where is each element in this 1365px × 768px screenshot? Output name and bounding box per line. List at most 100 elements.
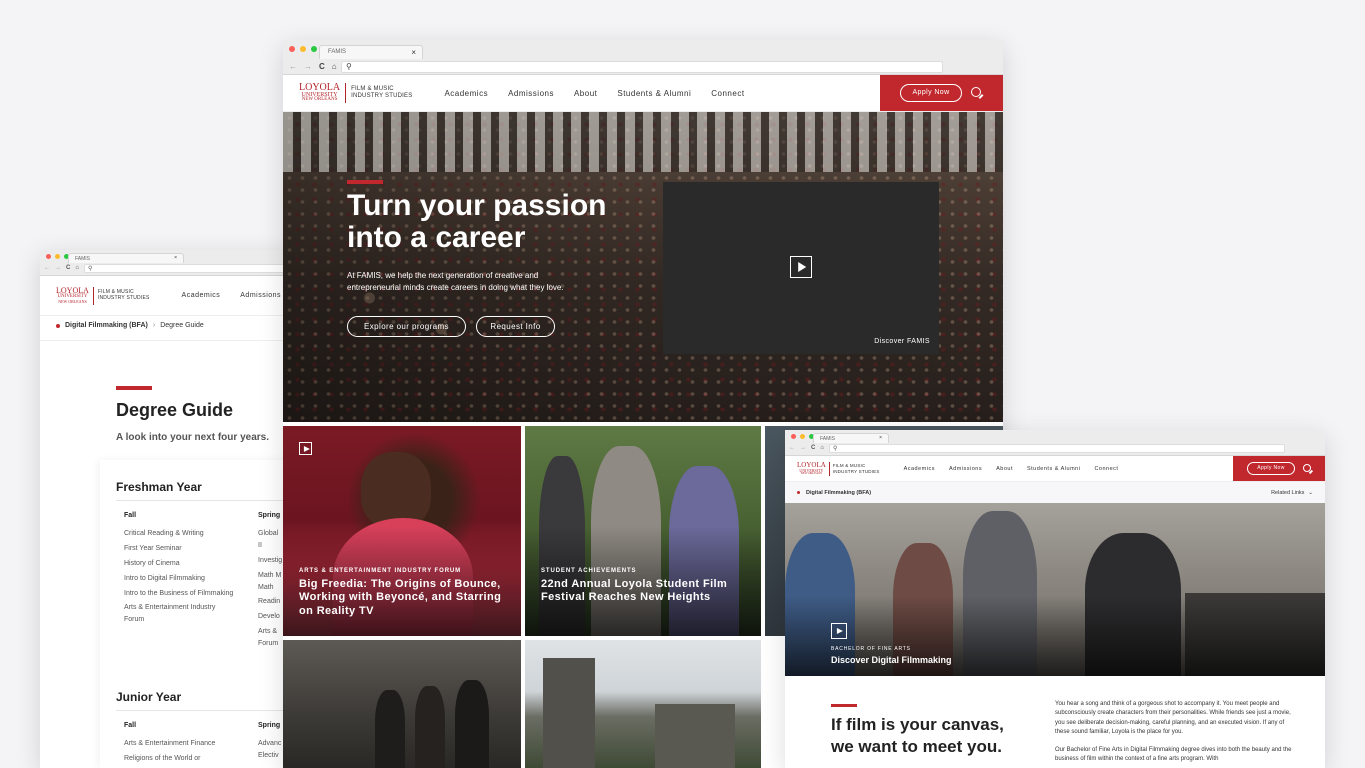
- forward-icon[interactable]: →: [800, 445, 806, 451]
- course-item[interactable]: Intro to the Business of Filmmaking: [124, 588, 236, 600]
- tab-close-icon[interactable]: ×: [411, 48, 416, 57]
- page-title: Degree Guide: [116, 400, 234, 420]
- course-item[interactable]: Critical Reading & Writing: [124, 528, 236, 540]
- home-icon[interactable]: ⌂: [75, 265, 79, 271]
- minimize-window-dot[interactable]: [800, 434, 805, 439]
- course-item[interactable]: Arts &: [258, 626, 282, 638]
- nav-academics[interactable]: Academics: [904, 466, 935, 472]
- play-icon[interactable]: [831, 623, 847, 639]
- zoom-window-dot[interactable]: [311, 46, 317, 52]
- nav-students-alumni[interactable]: Students & Alumni: [617, 89, 691, 98]
- breadcrumb-parent-link[interactable]: Digital Filmmaking (BFA): [65, 322, 148, 329]
- hero-image: Turn your passion into a career At FAMIS…: [283, 112, 1003, 422]
- hero-video-player[interactable]: Discover FAMIS: [663, 182, 939, 354]
- browser-tab[interactable]: FAMIS ×: [319, 45, 423, 59]
- course-item[interactable]: Electiv: [258, 750, 281, 762]
- famis-logo[interactable]: LOYOLA UNIVERSITY NEW ORLEANS FILM & MUS…: [56, 286, 150, 305]
- address-bar[interactable]: ⚲: [84, 264, 300, 273]
- card-figure: [415, 686, 445, 768]
- reload-icon[interactable]: C: [811, 445, 815, 451]
- famis-logo[interactable]: LOYOLA UNIVERSITY NEW ORLEANS FILM & MUS…: [797, 461, 880, 476]
- address-bar[interactable]: ⚲: [341, 61, 943, 73]
- nav-admissions[interactable]: Admissions: [508, 89, 554, 98]
- play-icon[interactable]: [299, 442, 312, 455]
- breadcrumb-parent-link[interactable]: Digital Filmmaking (BFA): [806, 490, 871, 496]
- course-item[interactable]: Advanc: [258, 738, 281, 750]
- course-item[interactable]: Arts & Entertainment Finance: [124, 738, 215, 750]
- course-item[interactable]: Math: [258, 582, 282, 594]
- close-window-dot[interactable]: [46, 254, 51, 259]
- nav-academics[interactable]: Academics: [444, 89, 488, 98]
- explore-programs-button[interactable]: Explore our programs: [347, 316, 466, 337]
- nav-about[interactable]: About: [996, 466, 1013, 472]
- nav-students-alumni[interactable]: Students & Alumni: [1027, 466, 1080, 472]
- course-item[interactable]: Arts & Entertainment Industry Forum: [124, 602, 236, 626]
- reload-icon[interactable]: C: [66, 265, 70, 271]
- back-icon[interactable]: ←: [289, 62, 297, 71]
- search-icon[interactable]: [1303, 464, 1312, 473]
- nav-admissions[interactable]: Admissions: [949, 466, 982, 472]
- section-paragraph: You hear a song and think of a gorgeous …: [1055, 701, 1291, 735]
- course-item[interactable]: Intro to Digital Filmmaking: [124, 573, 236, 585]
- browser-tab[interactable]: FAMIS ×: [813, 433, 889, 443]
- forward-icon[interactable]: →: [55, 265, 61, 271]
- nav-academics[interactable]: Academics: [182, 292, 221, 299]
- browser-chrome: FAMIS × ← → C ⌂ ⚲: [40, 250, 300, 276]
- course-item[interactable]: II: [258, 540, 282, 552]
- minimize-window-dot[interactable]: [300, 46, 306, 52]
- course-item[interactable]: Readin: [258, 596, 282, 608]
- browser-tab[interactable]: FAMIS ×: [68, 253, 184, 263]
- nav-connect[interactable]: Connect: [1094, 466, 1118, 472]
- request-info-button[interactable]: Request Info: [476, 316, 555, 337]
- apply-now-button[interactable]: Apply Now: [900, 84, 962, 102]
- course-item[interactable]: Develo: [258, 611, 282, 623]
- address-bar[interactable]: ⚲: [829, 444, 1285, 453]
- back-icon[interactable]: ←: [44, 265, 50, 271]
- card-title[interactable]: Big Freedia: The Origins of Bounce, Work…: [299, 578, 509, 618]
- news-card-big-freedia[interactable]: ARTS & ENTERTAINMENT INDUSTRY FORUM Big …: [283, 426, 521, 636]
- junior-fall-label: Fall: [124, 722, 137, 729]
- news-card-campus[interactable]: [525, 640, 761, 768]
- freshman-fall-label: Fall: [124, 512, 137, 519]
- nav-connect[interactable]: Connect: [711, 89, 744, 98]
- forward-icon[interactable]: →: [304, 62, 312, 71]
- degree-guide-window: FAMIS × ← → C ⌂ ⚲ LOYOLA UNIVERSITY NEW …: [40, 250, 300, 768]
- junior-spring-list: Advanc Electiv: [258, 738, 281, 762]
- reload-icon[interactable]: C: [319, 62, 325, 71]
- main-nav: Academics Admissions About Students & Al…: [904, 466, 1119, 472]
- tab-close-icon[interactable]: ×: [879, 435, 882, 441]
- chevron-down-icon[interactable]: ⌄: [1308, 490, 1313, 496]
- search-icon: ⚲: [88, 266, 93, 272]
- related-links-dropdown[interactable]: Related Links: [1271, 490, 1304, 496]
- card-category: ARTS & ENTERTAINMENT INDUSTRY FORUM: [299, 568, 462, 574]
- news-card-film-festival[interactable]: STUDENT ACHIEVEMENTS 22nd Annual Loyola …: [525, 426, 761, 636]
- hero-title: Turn your passion into a career: [347, 189, 607, 255]
- home-icon[interactable]: ⌂: [332, 62, 337, 71]
- home-icon[interactable]: ⌂: [820, 445, 824, 451]
- apply-now-button[interactable]: Apply Now: [1247, 462, 1295, 475]
- close-window-dot[interactable]: [289, 46, 295, 52]
- course-item[interactable]: First Year Seminar: [124, 543, 236, 555]
- course-item[interactable]: Global: [258, 528, 282, 540]
- card-tower: [543, 658, 595, 768]
- card-title[interactable]: 22nd Annual Loyola Student Film Festival…: [541, 578, 741, 605]
- course-item[interactable]: Math M: [258, 570, 282, 582]
- tab-close-icon[interactable]: ×: [174, 255, 177, 261]
- search-icon[interactable]: .mag-lg::before{}: [971, 87, 983, 99]
- freshman-spring-label: Spring: [258, 512, 281, 519]
- course-item[interactable]: History of Cinema: [124, 558, 236, 570]
- course-item[interactable]: Religions of the World or: [124, 753, 215, 765]
- news-card-star-wars[interactable]: [283, 640, 521, 768]
- page-subtitle: A look into your next four years.: [116, 432, 269, 443]
- minimize-window-dot[interactable]: [55, 254, 60, 259]
- play-icon[interactable]: [790, 256, 812, 278]
- nav-about[interactable]: About: [574, 89, 597, 98]
- famis-logo[interactable]: LOYOLA UNIVERSITY NEW ORLEANS FILM & MUS…: [299, 83, 412, 103]
- course-item[interactable]: Investig: [258, 555, 282, 567]
- site-header: LOYOLA UNIVERSITY NEW ORLEANS FILM & MUS…: [40, 276, 300, 316]
- close-window-dot[interactable]: [791, 434, 796, 439]
- digital-filmmaking-window: FAMIS × ← → C ⌂ ⚲ LOYOLA UNIVERSITY NEW …: [785, 430, 1325, 768]
- back-icon[interactable]: ←: [789, 445, 795, 451]
- course-item[interactable]: Forum: [258, 638, 282, 650]
- nav-admissions[interactable]: Admissions: [240, 292, 281, 299]
